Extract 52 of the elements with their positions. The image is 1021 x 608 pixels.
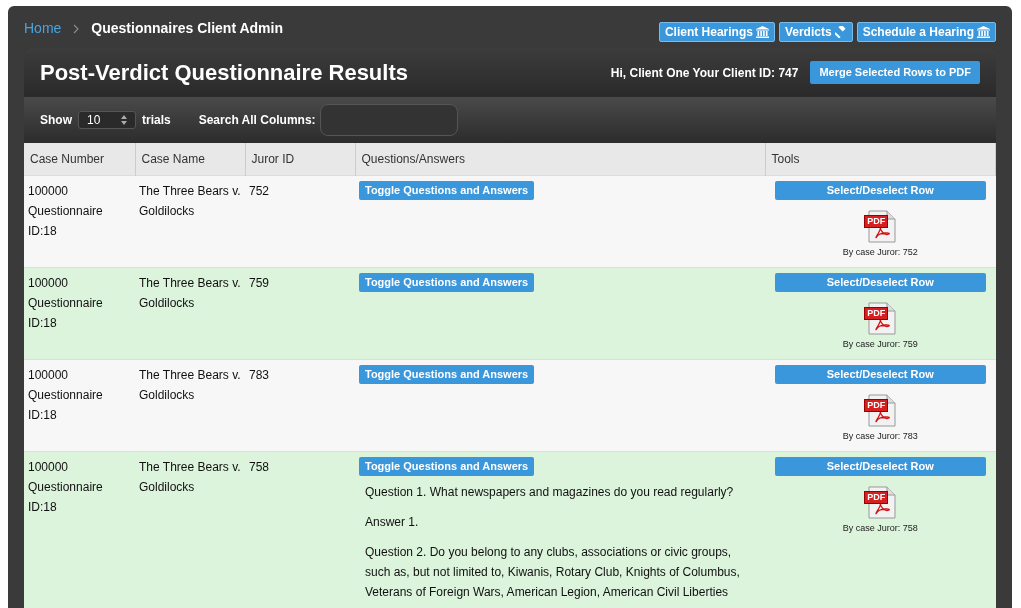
gavel-icon [834,26,847,38]
greeting-text: Hi, Client One Your Client ID: 747 [610,64,799,82]
table-row[interactable]: 100000 Questionnaire ID:18 The Three Bears v. Goldilocks 752 Toggle Questions and Answers Select/Deselect Row PDF By case Juror: 752 [24,175,996,267]
select-row-button[interactable]: Select/Deselect Row [775,364,986,384]
trials-label: trials [142,112,171,129]
toggle-button[interactable]: Toggle Questions and Answers [359,272,535,292]
nav-button[interactable]: Verdicts [778,22,853,42]
chevron-icon [73,23,80,34]
page-size-select[interactable]: 10 [78,111,136,129]
column-header[interactable]: Juror ID [251,151,295,166]
select-row-button[interactable]: Select/Deselect Row [775,456,986,476]
spinner-arrows-icon [121,115,127,125]
column-header[interactable]: Questions/Answers [361,151,465,166]
table-cell-text: 759 [249,274,271,292]
table-cell-text: 100000 Questionnaire ID:18 [28,274,104,332]
show-label: Show [40,112,72,129]
toggle-button[interactable]: Toggle Questions and Answers [359,180,535,200]
pdf-caption: By case Juror: 752 [842,245,918,259]
table-cell-text: 752 [249,182,271,200]
search-label: Search All Columns: [198,112,316,129]
page-title: Post-Verdict Questionnaire Results [40,59,408,87]
table-cell-text: 783 [249,366,271,384]
pdf-caption: By case Juror: 783 [842,429,918,443]
toggle-button[interactable]: Toggle Questions and Answers [359,364,535,384]
table-row[interactable]: 100000 Questionnaire ID:18 The Three Bears v. Goldilocks 783 Toggle Questions and Answers Select/Deselect Row PDF By case Juror: 783 [24,359,996,451]
search-field[interactable] [319,104,458,136]
table-cell-text: 758 [249,458,271,476]
select-row-button[interactable]: Select/Deselect Row [775,180,986,200]
qa-text: Answer 1. [365,513,420,531]
qa-text: Question 1. What newspapers and magazines do you read regularly? [365,483,735,501]
select-row-button[interactable]: Select/Deselect Row [775,272,986,292]
table-cell-text: 100000 Questionnaire ID:18 [28,182,104,240]
table-cell-text: 100000 Questionnaire ID:18 [28,366,104,424]
breadcrumb-current: Questionnaires Client Admin [91,19,283,38]
column-header[interactable]: Tools [771,151,800,166]
table-cell-text: The Three Bears v. Goldilocks [139,366,241,404]
pdf-caption: By case Juror: 758 [842,521,918,535]
column-header[interactable]: Case Name [141,151,205,166]
pdf-caption: By case Juror: 759 [842,337,918,351]
home-link[interactable]: Home [24,18,62,39]
nav-button[interactable]: Schedule a Hearing [856,22,996,42]
table-cell-text: The Three Bears v. Goldilocks [139,274,241,312]
merge-button[interactable]: Merge Selected Rows to PDF [810,61,980,84]
column-header[interactable]: Case Number [30,151,105,166]
table-cell-text: The Three Bears v. Goldilocks [139,182,241,220]
table-cell-text: The Three Bears v. Goldilocks [139,458,241,496]
nav-button[interactable]: Client Hearings [658,22,775,42]
table-cell-text: 100000 Questionnaire ID:18 [28,458,104,516]
qa-text: Question 2. Do you belong to any clubs, associations or civic groups, such as, but not limited to, Kiwanis, Rotary Club, Knights of Columbus, Veterans of Foreign Wars, American Legion, American Civil Liberties [365,543,741,601]
toggle-button[interactable]: Toggle Questions and Answers [359,456,535,476]
building-icon [977,26,990,38]
building-icon [755,26,769,38]
